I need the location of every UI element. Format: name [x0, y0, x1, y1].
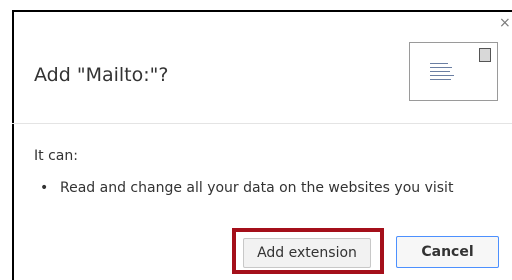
address-line	[430, 75, 454, 76]
address-line	[430, 79, 451, 80]
address-line	[430, 67, 452, 68]
dialog-title: Add "Mailto:"?	[34, 64, 169, 86]
stamp-graphic	[479, 48, 491, 62]
close-icon[interactable]: ×	[499, 16, 511, 30]
add-extension-button[interactable]: Add extension	[243, 238, 371, 268]
permissions-heading: It can:	[34, 148, 78, 164]
cancel-button[interactable]: Cancel	[396, 236, 499, 268]
address-line	[430, 63, 448, 64]
address-line	[430, 71, 450, 72]
divider	[12, 123, 512, 124]
envelope-icon	[409, 42, 498, 101]
permission-text: Read and change all your data on the web…	[60, 180, 454, 196]
bullet: •	[40, 180, 49, 196]
permission-item: • Read and change all your data on the we…	[40, 180, 453, 196]
